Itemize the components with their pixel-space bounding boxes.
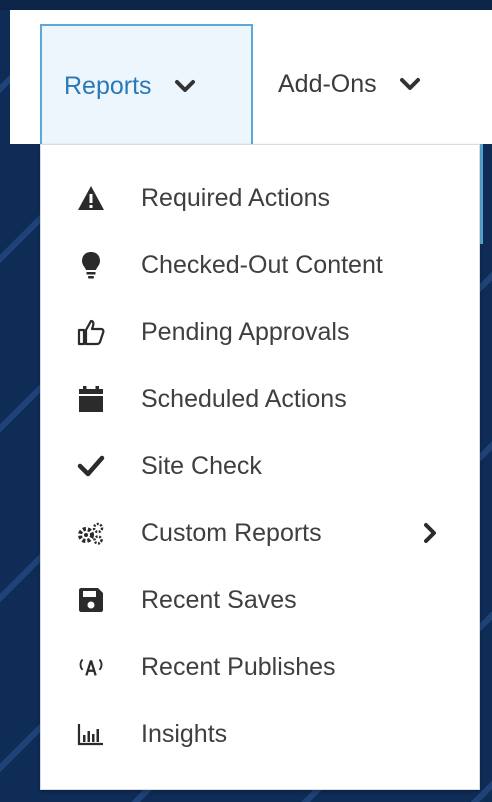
floppy-disk-icon — [77, 586, 105, 614]
nav-tab-label: Reports — [64, 71, 152, 100]
menu-item-label: Custom Reports — [141, 518, 322, 547]
menu-item-label: Insights — [141, 719, 228, 748]
broadcast-icon — [77, 653, 105, 681]
nav-tab-add-ons[interactable]: Add-Ons — [278, 24, 478, 144]
reports-dropdown-menu: Required Actions Checked-Out Content Pen… — [40, 144, 480, 790]
menu-item-recent-saves[interactable]: Recent Saves — [41, 567, 481, 633]
menu-item-recent-publishes[interactable]: Recent Publishes — [41, 634, 481, 700]
menu-item-custom-reports[interactable]: Custom Reports — [41, 500, 481, 566]
top-strip — [0, 0, 492, 10]
warning-icon — [77, 184, 105, 212]
menu-item-checked-out-content[interactable]: Checked-Out Content — [41, 232, 481, 298]
menu-item-scheduled-actions[interactable]: Scheduled Actions — [41, 366, 481, 432]
menu-item-label: Site Check — [141, 451, 262, 480]
menu-item-label: Pending Approvals — [141, 317, 350, 346]
bar-chart-icon — [77, 720, 105, 748]
menu-item-label: Recent Saves — [141, 585, 297, 614]
checkmark-icon — [77, 452, 105, 480]
menu-item-label: Recent Publishes — [141, 652, 336, 681]
nav-tab-label: Add-Ons — [278, 69, 377, 98]
chevron-down-icon — [399, 73, 421, 95]
thumbs-up-icon — [77, 318, 105, 346]
menu-item-site-check[interactable]: Site Check — [41, 433, 481, 499]
menu-item-required-actions[interactable]: Required Actions — [41, 165, 481, 231]
menu-item-label: Required Actions — [141, 183, 331, 212]
nav-tab-reports[interactable]: Reports — [40, 24, 253, 146]
menu-item-label: Scheduled Actions — [141, 384, 347, 413]
calendar-icon — [77, 385, 105, 413]
chevron-right-icon — [419, 522, 441, 544]
menu-item-insights[interactable]: Insights — [41, 701, 481, 767]
cogs-icon — [77, 519, 105, 547]
menu-item-pending-approvals[interactable]: Pending Approvals — [41, 299, 481, 365]
lightbulb-icon — [77, 251, 105, 279]
menu-item-label: Checked-Out Content — [141, 250, 383, 279]
chevron-down-icon — [174, 75, 196, 97]
